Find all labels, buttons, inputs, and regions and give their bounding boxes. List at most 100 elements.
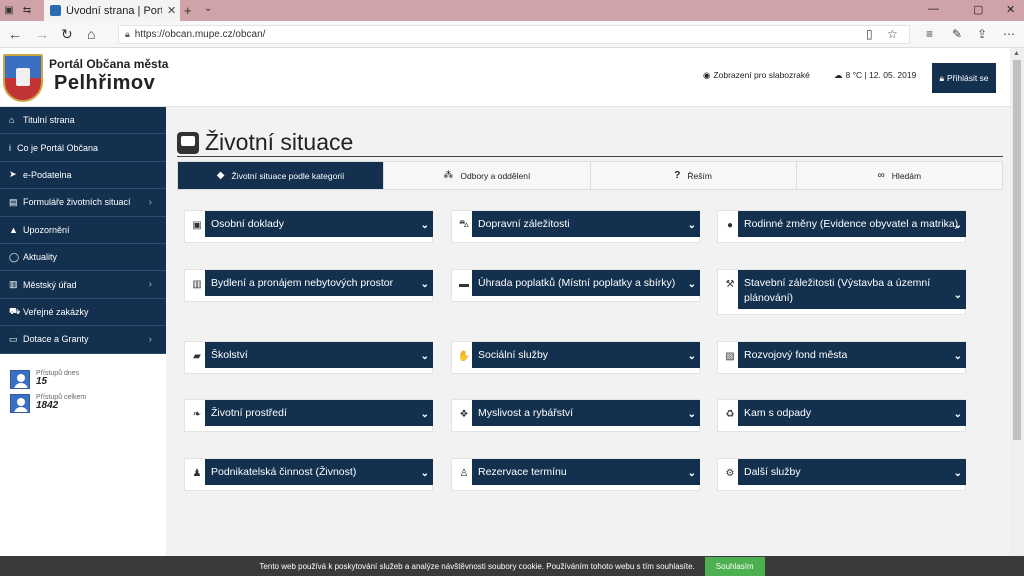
low-vision-toggle[interactable]: ◉ Zobrazení pro slabozraké [703, 70, 810, 81]
tab-hledam[interactable]: ∞ Hledám [797, 162, 1002, 189]
category-label: Stavební záležitosti (Výstavba a územní … [744, 277, 931, 304]
sidebar-item-label: Městský úřad [23, 279, 77, 290]
category-header[interactable]: Školství ⌄ [205, 342, 433, 368]
share-icon[interactable]: ⇪ [977, 27, 987, 41]
sidebar-item-dotace[interactable]: ▭ Dotace a Granty › [0, 326, 166, 354]
category-header[interactable]: Osobní doklady ⌄ [205, 211, 433, 237]
visits-today: Přístupů dnes 15 [10, 369, 166, 394]
new-tab-icon[interactable]: + [184, 3, 192, 18]
category-header[interactable]: Úhrada poplatků (Místní poplatky a sbírk… [472, 270, 700, 296]
category-card[interactable]: ♙ Rezervace termínu ⌄ [451, 458, 700, 491]
sidebar-item-co-je-portal[interactable]: i Co je Portál Občana [0, 134, 166, 162]
refresh-icon[interactable]: ↻ [61, 26, 73, 43]
category-card[interactable]: ▨ Rozvojový fond města ⌄ [717, 341, 966, 374]
sidebar-item-e-podatelna[interactable]: ➤ e-Podatelna [0, 162, 166, 190]
cart-icon: ⛟ [9, 305, 21, 316]
sitemap-icon: ⁂ [443, 170, 454, 181]
reading-view-icon[interactable]: ▯ [866, 27, 873, 41]
page-title: Životní situace [177, 129, 353, 156]
favorite-star-icon[interactable]: ☆ [887, 27, 898, 41]
category-header[interactable]: Dopravní záležitosti ⌄ [472, 211, 700, 237]
page-scrollbar[interactable]: ▲ [1010, 48, 1024, 556]
sidebar-item-mestsky-urad[interactable]: ▥ Městský úřad › [0, 271, 166, 299]
car-icon: ⛍ [458, 218, 470, 230]
category-header[interactable]: Rozvojový fond města ⌄ [738, 342, 966, 368]
category-header[interactable]: Sociální služby ⌄ [472, 342, 700, 368]
category-card[interactable]: ▬ Úhrada poplatků (Místní poplatky a sbí… [451, 269, 700, 302]
browser-tab[interactable]: Úvodní strana | Portal O ✕ [44, 0, 180, 21]
chevron-down-icon: ⌄ [687, 279, 696, 290]
web-note-icon[interactable]: ✎ [952, 27, 962, 41]
forward-icon[interactable]: → [35, 26, 49, 42]
category-header[interactable]: Podnikatelská činnost (Živnost) ⌄ [205, 459, 433, 485]
category-header[interactable]: Rezervace termínu ⌄ [472, 459, 700, 485]
category-header[interactable]: Rodinné změny (Evidence obyvatel a matri… [738, 211, 966, 237]
sidebar-item-upozorneni[interactable]: ▲ Upozornění [0, 217, 166, 244]
sidebar-item-titulni-strana[interactable]: ⌂ Titulní strana [0, 107, 166, 135]
category-label: Kam s odpady [744, 407, 812, 419]
sidebar-item-aktuality[interactable]: ◯ Aktuality [0, 244, 166, 272]
category-header[interactable]: Další služby ⌄ [738, 459, 966, 485]
city-coat-of-arms-logo[interactable] [3, 54, 43, 102]
chevron-down-icon: ⌄ [953, 290, 962, 301]
home-icon[interactable]: ⌂ [87, 26, 95, 42]
tab-list-chevron-icon[interactable]: ⌄ [204, 3, 212, 14]
category-card[interactable]: ♟ Podnikatelská činnost (Živnost) ⌄ [184, 458, 433, 491]
login-button[interactable]: 🔒︎ Přihlásit se [932, 63, 996, 93]
set-aside-tabs-icon[interactable]: ⇆ [18, 0, 36, 21]
tab-actions-icon[interactable]: ▣ [0, 0, 18, 21]
life-situations-icon [177, 131, 199, 154]
close-window-icon[interactable]: ✕ [1006, 3, 1015, 16]
chevron-right-icon: › [148, 279, 152, 291]
category-card[interactable]: ⚒ Stavební záležitosti (Výstavba a územn… [717, 269, 966, 315]
cookie-accept-button[interactable]: Souhlasím [704, 556, 765, 576]
maximize-icon[interactable]: ▢ [973, 3, 983, 16]
handshake-icon: ✋ [457, 350, 471, 362]
category-tabs: ◆ Životní situace podle kategorií ⁂ Odbo… [177, 161, 1003, 190]
minimize-icon[interactable]: — [928, 3, 939, 15]
scrollbar-thumb[interactable] [1013, 60, 1021, 440]
category-card[interactable]: ▰ Školství ⌄ [184, 341, 433, 374]
category-header[interactable]: Bydlení a pronájem nebytových prostor ⌄ [205, 270, 433, 296]
paw-icon: ❖ [459, 408, 469, 420]
category-card[interactable]: ▣ Osobní doklady ⌄ [184, 210, 433, 243]
close-tab-icon[interactable]: ✕ [167, 4, 176, 17]
sidebar: ⌂ Titulní strana i Co je Portál Občana ➤… [0, 107, 166, 556]
sidebar-item-label: Titulní strana [23, 115, 75, 126]
address-bar[interactable]: 🔒︎ https://obcan.mupe.cz/obcan/ [118, 25, 910, 44]
category-label: Další služby [744, 466, 801, 478]
browser-tab-title: Úvodní strana | Portal O [66, 4, 162, 17]
back-icon[interactable]: ← [8, 26, 22, 42]
clipboard-icon: ▨ [725, 350, 735, 362]
category-card[interactable]: ● Rodinné změny (Evidence obyvatel a mat… [717, 210, 966, 243]
leaf-icon: ❧ [192, 408, 202, 420]
category-card[interactable]: ♻ Kam s odpady ⌄ [717, 399, 966, 432]
category-label: Myslivost a rybářství [478, 407, 574, 419]
chevron-down-icon: ⌄ [420, 409, 429, 420]
lock-icon: 🔒︎ [939, 72, 944, 83]
category-header[interactable]: Životní prostředí ⌄ [205, 400, 433, 426]
scroll-up-icon[interactable]: ▲ [1013, 50, 1020, 57]
category-header[interactable]: Kam s odpady ⌄ [738, 400, 966, 426]
favorites-hub-icon[interactable]: ≡ [926, 27, 933, 41]
category-card[interactable]: ❧ Životní prostředí ⌄ [184, 399, 433, 432]
category-header[interactable]: Myslivost a rybářství ⌄ [472, 400, 700, 426]
chevron-down-icon: ⌄ [687, 351, 696, 362]
cookie-banner: Tento web používá k poskytování služeb a… [0, 556, 1024, 576]
chevron-down-icon: ⌄ [953, 468, 962, 479]
more-icon[interactable]: ⋯ [1003, 27, 1015, 41]
category-card[interactable]: ✋ Sociální služby ⌄ [451, 341, 700, 374]
sidebar-item-formulare[interactable]: ▤ Formuláře životních situací › [0, 189, 166, 217]
category-card[interactable]: ▥ Bydlení a pronájem nebytových prostor ⌄ [184, 269, 433, 302]
category-card[interactable]: ⚙ Další služby ⌄ [717, 458, 966, 491]
category-header[interactable]: Stavební záležitosti (Výstavba a územní … [738, 270, 966, 309]
sidebar-item-verejne-zakazky[interactable]: ⛟ Veřejné zakázky [0, 299, 166, 327]
weather-text: 8 °C | 12. 05. 2019 [845, 70, 917, 80]
tab-podle-kategorii[interactable]: ◆ Životní situace podle kategorií [178, 162, 385, 189]
sidebar-item-label: Co je Portál Občana [17, 142, 99, 153]
hammer-icon: ⚒ [725, 278, 735, 290]
category-card[interactable]: ⛍ Dopravní záležitosti ⌄ [451, 210, 700, 243]
tab-resim[interactable]: ? Řeším [591, 162, 797, 189]
category-card[interactable]: ❖ Myslivost a rybářství ⌄ [451, 399, 700, 432]
tab-odbory[interactable]: ⁂ Odbory a oddělení [384, 162, 591, 189]
